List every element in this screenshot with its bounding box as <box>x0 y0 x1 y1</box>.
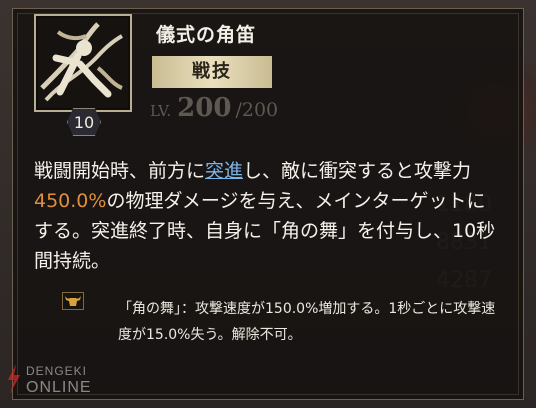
bull-head-icon <box>62 292 84 310</box>
keyword-link-charge[interactable]: 突進 <box>205 160 243 182</box>
description-text: 戦闘開始時、前方に <box>34 160 206 182</box>
lightning-icon <box>8 364 20 394</box>
charging-warrior-icon <box>34 14 132 112</box>
damage-percent: 450.0% <box>34 190 107 212</box>
watermark-text: ONLINE <box>26 379 92 396</box>
skill-name: 儀式の角笛 <box>156 24 257 46</box>
skill-level-badge: 10 <box>67 108 101 136</box>
skill-level-line: LV. 200/200 <box>150 93 278 123</box>
level-label: LV. <box>150 102 172 120</box>
skill-description: 戦闘開始時、前方に突進し、敵に衝突すると攻撃力450.0%の物理ダメージを与え、… <box>34 156 504 276</box>
level-current: 200 <box>177 93 232 123</box>
watermark-logo: DENGEKI ONLINE <box>6 360 116 400</box>
skill-type-badge: 戦技 <box>152 56 272 88</box>
watermark-text: DENGEKI <box>26 364 88 378</box>
description-text: し、敵に衝突すると攻撃力 <box>243 160 472 182</box>
level-max: /200 <box>235 99 279 121</box>
sub-effect-description: 「角の舞」：攻撃速度が150.0%増加する。1秒ごとに攻撃速度が15.0%失う。… <box>118 301 496 343</box>
